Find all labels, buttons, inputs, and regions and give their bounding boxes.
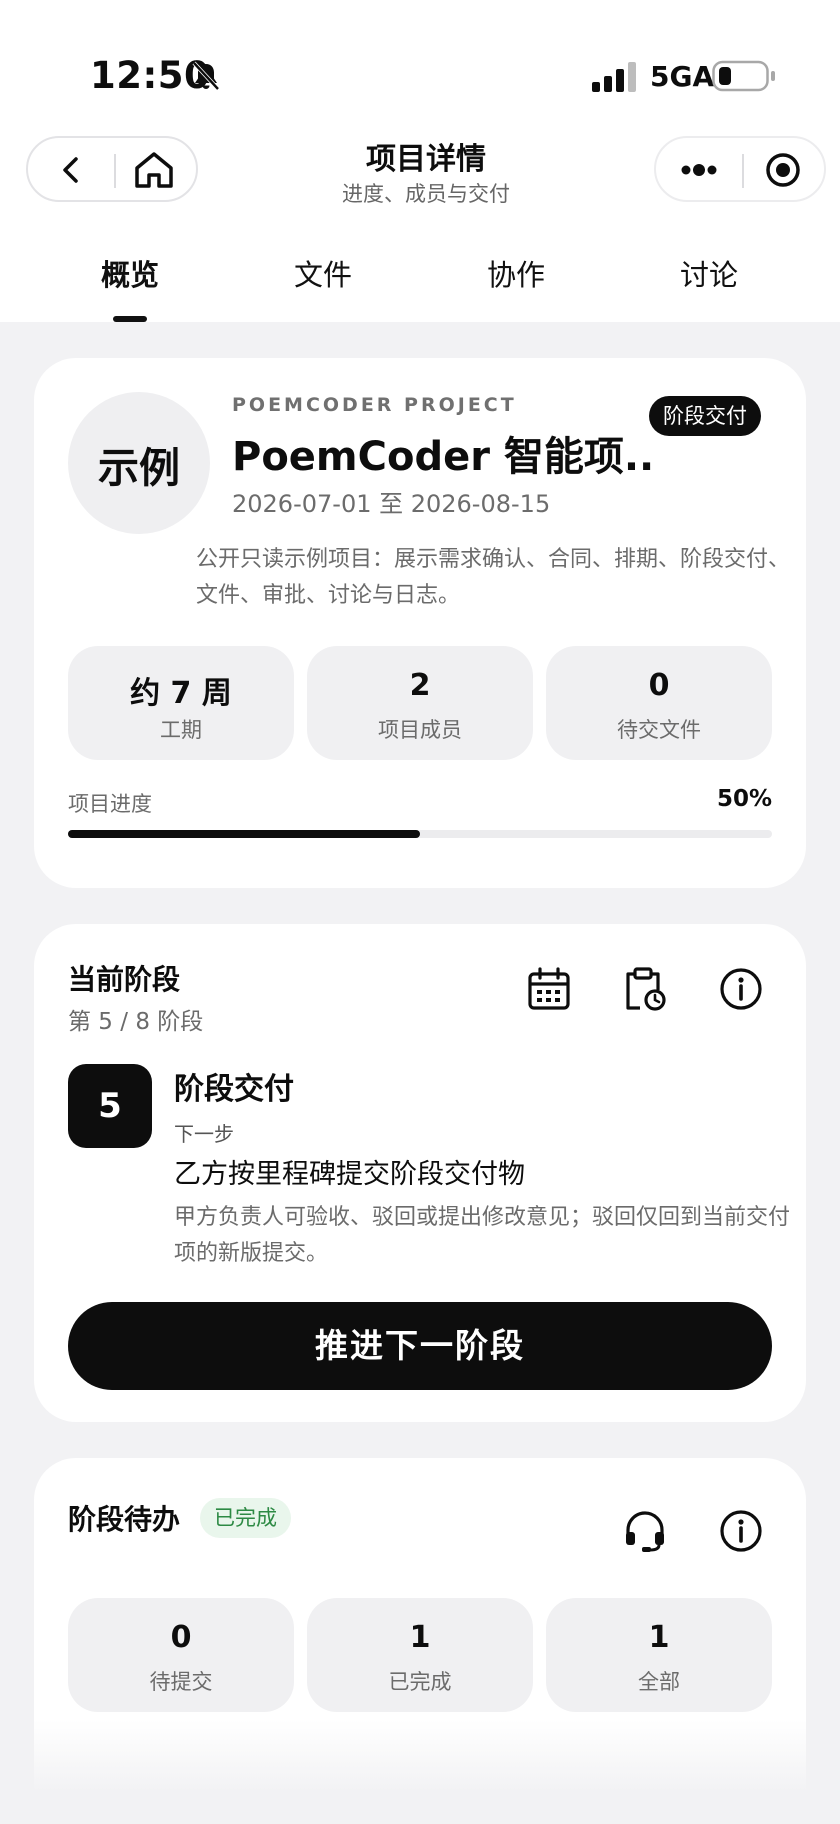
tab-overview[interactable]: 概览 [60, 252, 200, 294]
todo-stat-all[interactable]: 1 全部 [546, 1598, 772, 1712]
tab-files[interactable]: 文件 [253, 252, 393, 294]
stat-label: 已完成 [388, 1670, 452, 1694]
headset-icon[interactable] [622, 1508, 668, 1554]
stat-value: 0 [648, 668, 670, 703]
signal-icon [592, 62, 636, 92]
project-summary-card: 示例 POEMCODER PROJECT PoemCoder 智能项... 20… [34, 358, 806, 888]
stat-label: 项目成员 [378, 718, 462, 742]
network-label: 5GA [650, 60, 715, 93]
advance-stage-button[interactable]: 推进下一阶段 [68, 1302, 772, 1390]
info-icon[interactable] [718, 966, 764, 1012]
project-dates: 2026-07-01 至 2026-08-15 [232, 490, 551, 518]
avatar-text: 示例 [98, 444, 180, 492]
todo-stat-completed[interactable]: 1 已完成 [307, 1598, 533, 1712]
stat-members[interactable]: 2 项目成员 [307, 646, 533, 760]
next-step-action: 乙方按里程碑提交阶段交付物 [174, 1159, 525, 1190]
stat-label: 待交文件 [617, 718, 701, 742]
tab-discussion[interactable]: 讨论 [639, 252, 779, 294]
stat-label: 待提交 [149, 1670, 213, 1694]
current-stage-title: 当前阶段 [68, 963, 181, 996]
project-avatar: 示例 [68, 392, 210, 534]
stat-label: 工期 [160, 718, 202, 742]
battery-icon [712, 60, 775, 92]
stage-todo-title: 阶段待办 [68, 1503, 181, 1536]
stat-pending-files[interactable]: 0 待交文件 [546, 646, 772, 760]
progress-value: 50% [716, 786, 772, 812]
current-stage-card: 当前阶段 第 5 / 8 阶段 5 阶段交付 下一步 乙方按里程碑提交阶段交付物… [34, 924, 806, 1422]
clipboard-clock-icon[interactable] [622, 966, 668, 1012]
stat-value: 2 [409, 668, 431, 703]
project-eyebrow: POEMCODER PROJECT [232, 394, 517, 416]
step-title: 阶段交付 [174, 1072, 294, 1107]
calendar-icon[interactable] [526, 966, 572, 1012]
target-icon[interactable] [764, 151, 802, 189]
status-badge: 已完成 [200, 1498, 291, 1538]
step-description: 甲方负责人可验收、驳回或提出修改意见；驳回仅回到当前交付项的新版提交。 [174, 1205, 791, 1266]
capsule-divider [742, 154, 744, 188]
step-number: 5 [68, 1064, 152, 1148]
bell-off-icon [192, 61, 220, 91]
bottom-fade [0, 1720, 840, 1824]
phase-badge: 阶段交付 [649, 396, 761, 436]
project-description: 公开只读示例项目：展示需求确认、合同、排期、阶段交付、文件、审批、讨论与日志。 [196, 547, 791, 608]
stat-value: 1 [648, 1620, 670, 1655]
todo-stat-pending[interactable]: 0 待提交 [68, 1598, 294, 1712]
status-bar: 12:50 5GA [0, 0, 840, 130]
stat-label: 全部 [638, 1670, 680, 1694]
stat-duration: 约 7 周 工期 [68, 646, 294, 760]
stat-value: 1 [409, 1620, 431, 1655]
info-icon[interactable] [718, 1508, 764, 1554]
stat-value: 约 7 周 [130, 676, 232, 711]
stat-value: 0 [170, 1620, 192, 1655]
progress-fill [68, 830, 420, 838]
progress-label: 项目进度 [68, 792, 152, 816]
current-stage-subtitle: 第 5 / 8 阶段 [68, 1009, 204, 1035]
progress-track [68, 830, 772, 838]
tab-active-indicator [113, 316, 147, 322]
next-step-label: 下一步 [174, 1122, 234, 1146]
mini-program-capsule [654, 136, 826, 202]
project-title: PoemCoder 智能项... [232, 434, 652, 480]
tab-collaboration[interactable]: 协作 [446, 252, 586, 294]
more-icon[interactable] [678, 155, 720, 185]
